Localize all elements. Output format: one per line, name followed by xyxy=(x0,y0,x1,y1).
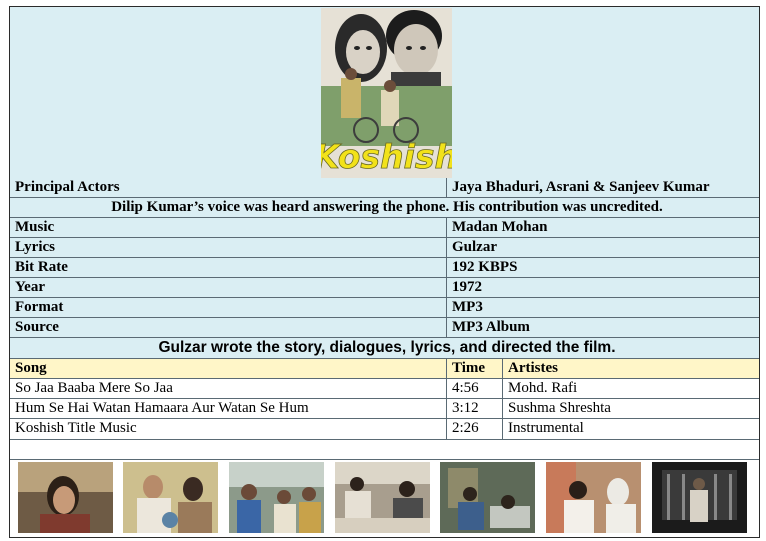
detail-value: Madan Mohan xyxy=(446,218,759,237)
uncredited-note-row: Dilip Kumar’s voice was heard answering … xyxy=(10,198,759,218)
artistes-column-header: Artistes xyxy=(502,359,759,378)
song-artiste: Instrumental xyxy=(502,419,759,439)
song-title[interactable]: Hum Se Hai Watan Hamaara Aur Watan Se Hu… xyxy=(10,399,446,418)
detail-row-bitrate: Bit Rate 192 KBPS xyxy=(10,258,759,278)
film-still-image xyxy=(335,462,430,533)
film-still-image xyxy=(18,462,113,533)
detail-row-lyrics: Lyrics Gulzar xyxy=(10,238,759,258)
principal-actors-row: Principal Actors Jaya Bhaduri, Asrani & … xyxy=(10,178,759,198)
detail-label: Source xyxy=(15,319,59,335)
song-time: 2:26 xyxy=(446,419,502,439)
principal-actors-value: Jaya Bhaduri, Asrani & Sanjeev Kumar xyxy=(446,178,759,197)
film-still-image xyxy=(652,462,747,533)
detail-value: MP3 xyxy=(446,298,759,317)
song-time: 3:12 xyxy=(446,399,502,418)
film-still-image xyxy=(229,462,324,533)
film-still-image xyxy=(546,462,641,533)
poster-title-text: Koshish xyxy=(321,137,452,176)
principal-actors-label: Principal Actors xyxy=(15,179,120,195)
uncredited-note-text: Dilip Kumar’s voice was heard answering … xyxy=(111,199,663,215)
song-title[interactable]: Koshish Title Music xyxy=(10,419,446,439)
film-still-image xyxy=(123,462,218,533)
detail-row-source: Source MP3 Album xyxy=(10,318,759,338)
song-row[interactable]: Koshish Title Music 2:26 Instrumental xyxy=(10,419,759,440)
song-artiste: Mohd. Rafi xyxy=(502,379,759,398)
film-still-image xyxy=(440,462,535,533)
detail-label: Format xyxy=(15,299,64,315)
film-stills-strip xyxy=(10,462,759,537)
song-time: 4:56 xyxy=(446,379,502,398)
gulzar-note-text: Gulzar wrote the story, dialogues, lyric… xyxy=(158,339,616,356)
gulzar-note-row: Gulzar wrote the story, dialogues, lyric… xyxy=(10,338,759,359)
time-column-header: Time xyxy=(446,359,502,378)
detail-row-format: Format MP3 xyxy=(10,298,759,318)
song-artiste: Sushma Shreshta xyxy=(502,399,759,418)
song-row[interactable]: Hum Se Hai Watan Hamaara Aur Watan Se Hu… xyxy=(10,399,759,419)
poster-row: Koshish xyxy=(10,7,759,179)
movie-poster-image: Koshish xyxy=(321,8,452,178)
detail-label: Bit Rate xyxy=(15,259,68,275)
detail-label: Lyrics xyxy=(15,239,55,255)
detail-label: Year xyxy=(15,279,45,295)
song-row[interactable]: So Jaa Baaba Mere So Jaa 4:56 Mohd. Rafi xyxy=(10,379,759,399)
detail-row-year: Year 1972 xyxy=(10,278,759,298)
song-info-card: Koshish Principal Actors Jaya Bhaduri, A… xyxy=(9,6,760,538)
detail-value: MP3 Album xyxy=(446,318,759,337)
song-column-header: Song xyxy=(15,360,47,376)
detail-label: Music xyxy=(15,219,55,235)
spacer-row xyxy=(10,440,759,460)
detail-row-music: Music Madan Mohan xyxy=(10,218,759,238)
songs-header-row: Song Time Artistes xyxy=(10,359,759,379)
detail-value: 192 KBPS xyxy=(446,258,759,277)
detail-value: 1972 xyxy=(446,278,759,297)
song-title[interactable]: So Jaa Baaba Mere So Jaa xyxy=(10,379,446,398)
detail-value: Gulzar xyxy=(446,238,759,257)
